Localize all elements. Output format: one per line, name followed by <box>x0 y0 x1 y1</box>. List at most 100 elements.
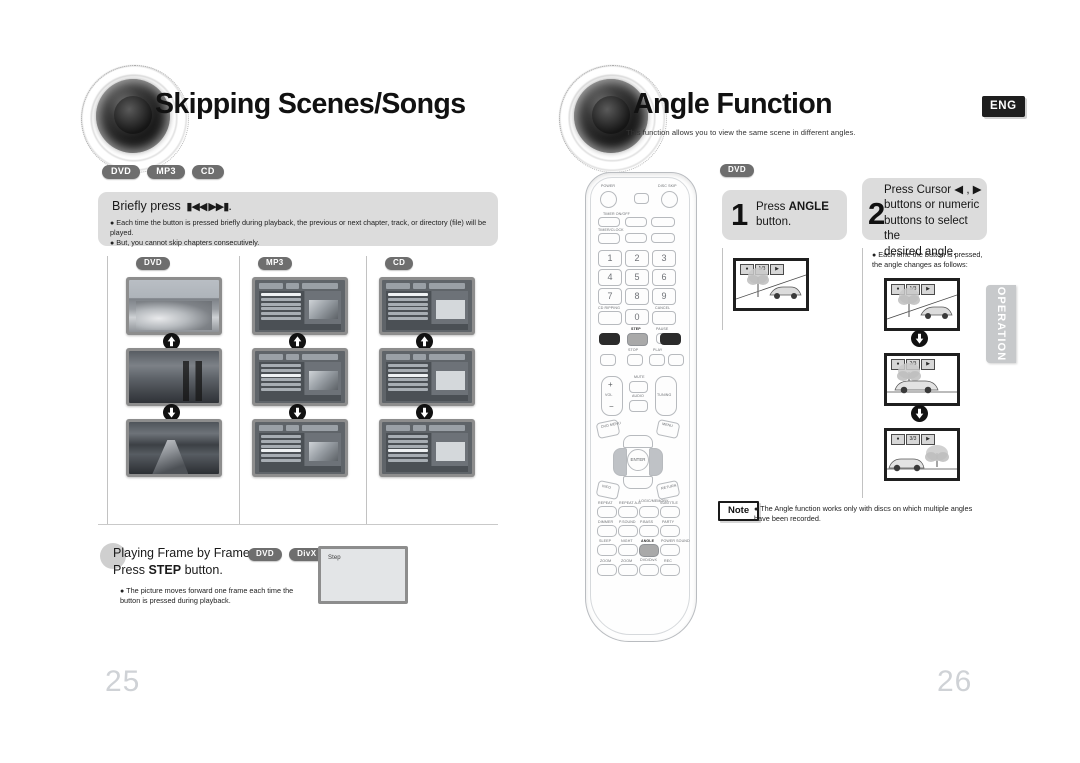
remote-label-sleep: SLEEP <box>599 539 612 543</box>
remote-step-button[interactable] <box>627 333 648 346</box>
remote-cd-ripping-button[interactable] <box>598 311 622 325</box>
remote-key-4[interactable]: 4 <box>598 269 622 286</box>
remote-label-cd-ripping: CD RIPPING <box>598 306 620 310</box>
remote-night-button[interactable] <box>618 544 638 556</box>
remote-pbass-button[interactable] <box>639 525 659 537</box>
remote-zoom2-button[interactable] <box>618 564 638 576</box>
remote-dpad-left[interactable] <box>613 448 627 476</box>
remote-repeat-button[interactable] <box>597 506 617 518</box>
mp3-screen-3 <box>252 419 348 477</box>
remote-repeat-ab-button[interactable] <box>618 506 638 518</box>
remote-fastforward-button[interactable] <box>668 354 684 366</box>
remote-power-sound-button[interactable] <box>660 544 680 556</box>
remote-angle-button[interactable] <box>639 544 659 557</box>
remote-sleep-button[interactable] <box>597 544 617 556</box>
remote-rec-button[interactable] <box>660 564 680 576</box>
osd-topbar <box>385 424 469 432</box>
remote-label-play: PLAY <box>653 348 663 352</box>
remote-cancel-button[interactable] <box>652 311 676 325</box>
column-pill-dvd-label: DVD <box>136 257 171 270</box>
mp3-screen-1 <box>252 277 348 335</box>
arrow-down-icon-angle-2 <box>911 405 928 422</box>
remote-audio-button[interactable] <box>629 400 648 412</box>
remote-key-9[interactable]: 9 <box>652 288 676 305</box>
remote-dpad-down[interactable] <box>623 476 653 489</box>
step-2-number: 2 <box>868 196 886 231</box>
briefly-press-bullet-1-text: Each time the button is pressed briefly … <box>110 218 487 238</box>
car-scene-svg-b <box>887 363 957 394</box>
remote-play-button[interactable] <box>649 354 665 366</box>
remote-key-2[interactable]: 2 <box>625 250 649 267</box>
remote-timer-clock-button[interactable] <box>598 233 620 244</box>
remote-aux-button[interactable] <box>651 233 675 243</box>
mp3-screen-2 <box>252 348 348 406</box>
remote-label-rec: REC <box>664 559 672 563</box>
column-pill-mp3: MP3 <box>258 257 292 270</box>
remote-control-illustration: POWER DISC SKIP TIMER ON/OFF TIMER/CLOCK… <box>585 172 697 642</box>
step-1-prefix: Press <box>756 201 786 213</box>
remote-logic-memory-button[interactable] <box>639 506 659 518</box>
remote-dvd-button[interactable] <box>625 217 647 227</box>
remote-key-5[interactable]: 5 <box>625 269 649 286</box>
remote-label-angle: ANGLE <box>641 539 655 543</box>
column-divider-2 <box>366 256 367 524</box>
ffm-pill-dvd: DVD <box>248 548 283 561</box>
bullet-dot: ● <box>110 220 115 227</box>
remote-dpad-right[interactable] <box>649 448 663 476</box>
right-page-title: Angle Function <box>633 88 833 120</box>
remote-disc-skip-button[interactable] <box>661 191 678 208</box>
bullet-dot: ● <box>754 506 759 513</box>
remote-skip-next-button[interactable] <box>660 333 681 345</box>
remote-stop-button[interactable] <box>627 354 643 366</box>
column-pill-cd-label: CD <box>385 257 414 270</box>
remote-eject-button[interactable] <box>634 193 649 204</box>
language-badge: ENG <box>982 96 1025 117</box>
step-screen-label: Step <box>328 555 341 561</box>
remote-timer-onoff-button[interactable] <box>598 217 620 227</box>
step-2-bullet-text: Each time the button is pressed, the ang… <box>872 250 983 270</box>
osd-topbar <box>385 282 469 290</box>
remote-key-1[interactable]: 1 <box>598 250 622 267</box>
remote-label-dimmer: DIMMER <box>598 520 614 524</box>
remote-dimmer-button[interactable] <box>597 525 617 537</box>
step-2-divider <box>862 248 863 498</box>
remote-mute-button[interactable] <box>629 381 648 393</box>
dvd-screen-2-image <box>129 351 219 403</box>
remote-tuner-button[interactable] <box>651 217 675 227</box>
remote-zoom-button[interactable] <box>597 564 617 576</box>
osd-info-panel <box>432 362 469 395</box>
remote-key-7[interactable]: 7 <box>598 288 622 305</box>
remote-key-3[interactable]: 3 <box>652 250 676 267</box>
column-divider-1 <box>239 256 240 524</box>
step-2-line-1: Press Cursor ◀ , ▶ <box>884 184 982 196</box>
step-1-line2: button. <box>756 216 792 229</box>
briefly-press-bullet-2-text: But, you cannot skip chapters consecutiv… <box>116 238 260 247</box>
angle-screen-3-inner: ● 3/3 ▶ <box>887 431 957 478</box>
step-1-divider <box>722 248 723 330</box>
column-divider-0 <box>107 256 108 524</box>
dvd-screen-3 <box>126 419 222 477</box>
remote-party-button[interactable] <box>660 525 680 537</box>
remote-key-0[interactable]: 0 <box>625 309 649 325</box>
car-scene-svg-c <box>887 445 957 472</box>
remote-key-6[interactable]: 6 <box>652 269 676 286</box>
step-2-bullet: ● Each time the button is pressed, the a… <box>872 250 992 270</box>
mp3-screen-1-image <box>255 280 345 332</box>
note-text-content: The Angle function works only with discs… <box>754 504 973 524</box>
osd-track-list <box>258 433 304 466</box>
remote-enter-button[interactable]: ENTER <box>627 449 649 471</box>
remote-key-8[interactable]: 8 <box>625 288 649 305</box>
osd-bottombar <box>385 395 469 401</box>
angle-screen-1-inner: ● 1/3 ▶ <box>887 281 957 328</box>
remote-dpad-up[interactable] <box>623 435 653 448</box>
remote-psound-button[interactable] <box>618 525 638 537</box>
side-tab-operation[interactable]: OPERATION <box>986 285 1016 363</box>
remote-rewind-button[interactable] <box>600 354 616 366</box>
remote-skip-prev-button[interactable] <box>599 333 620 345</box>
remote-tape-button[interactable] <box>625 233 647 243</box>
remote-power-button[interactable] <box>600 191 617 208</box>
step-2-line-3: buttons to select the <box>884 214 968 243</box>
remote-dvd-divx-button[interactable] <box>639 564 659 576</box>
cd-screen-2-image <box>382 351 472 403</box>
remote-subtitle-button[interactable] <box>660 506 680 518</box>
